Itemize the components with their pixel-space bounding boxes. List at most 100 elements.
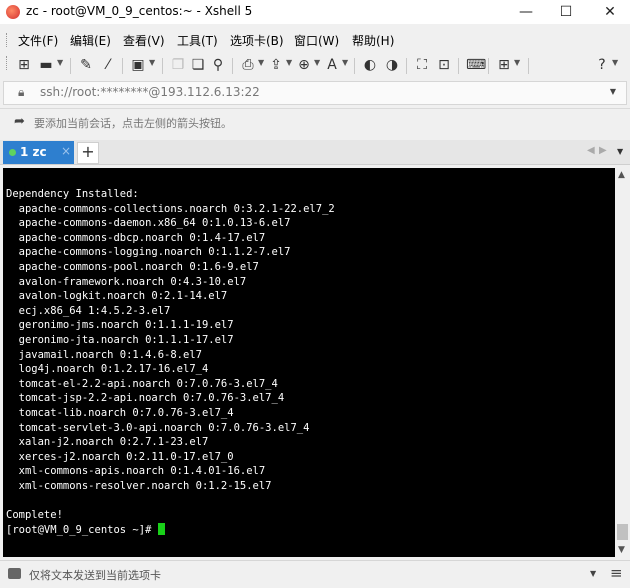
tab-zc[interactable]: 1 zc × xyxy=(3,141,74,164)
print-icon[interactable]: ⎙ xyxy=(240,57,256,73)
maximize-button[interactable]: ☐ xyxy=(548,0,584,24)
menu-tools[interactable]: 工具(T) xyxy=(177,32,218,49)
print-dropdown-icon[interactable]: ▼ xyxy=(258,58,264,67)
terminal-line: tomcat-jsp-2.2-api.noarch 0:7.0.76-3.el7… xyxy=(18,392,285,405)
window-title: zc - root@VM_0_9_centos:~ - Xshell 5 xyxy=(26,4,253,18)
properties-dropdown-icon[interactable]: ▼ xyxy=(149,58,155,67)
keyboard-icon[interactable]: ⌨ xyxy=(466,57,486,73)
minimize-button[interactable]: — xyxy=(508,0,544,24)
properties-icon[interactable]: ▣ xyxy=(130,57,146,73)
lock-icon[interactable]: ⊡ xyxy=(436,57,452,73)
terminal-line: xml-commons-apis.noarch 0:1.4.01-16.el7 xyxy=(18,465,266,478)
terminal[interactable]: Dependency Installed: apache-commons-col… xyxy=(3,168,615,557)
terminal-line: Complete! xyxy=(6,509,63,522)
terminal-line: tomcat-servlet-3.0-api.noarch 0:7.0.76-3… xyxy=(18,421,310,434)
tab-label[interactable]: 1 zc xyxy=(20,145,47,159)
xftp-icon[interactable]: ◐ xyxy=(362,57,378,73)
terminal-line: log4j.noarch 0:1.2.17-16.el7_4 xyxy=(18,363,209,376)
add-dropdown-icon[interactable]: ▼ xyxy=(514,58,520,67)
tab-bar: 1 zc × + ◀ ▶ ▼ xyxy=(0,140,630,165)
connection-status-icon xyxy=(9,149,16,156)
menu-file[interactable]: 文件(F) xyxy=(18,32,58,49)
arrow-icon[interactable]: ➦ xyxy=(14,114,25,129)
menu-tab[interactable]: 选项卡(B) xyxy=(230,32,284,49)
terminal-line: avalon-logkit.noarch 0:2.1-14.el7 xyxy=(18,290,228,303)
globe-dropdown-icon[interactable]: ▼ xyxy=(314,58,320,67)
toolbar-separator xyxy=(70,58,71,74)
shell-prompt: [root@VM_0_9_centos ~]# xyxy=(6,523,158,536)
help-dropdown-icon[interactable]: ▼ xyxy=(612,58,618,67)
toolbar-separator xyxy=(458,58,459,74)
paste-icon[interactable]: ❏ xyxy=(190,57,206,73)
scroll-up-icon[interactable]: ▲ xyxy=(618,170,625,180)
terminal-cursor xyxy=(157,522,165,535)
fullscreen-icon[interactable]: ⛶ xyxy=(414,57,430,73)
xshell-app-icon xyxy=(6,5,20,19)
terminal-scrollbar[interactable]: ▲ ▼ xyxy=(615,168,630,557)
session-hint-bar: ➦ 要添加当前会话，点击左侧的箭头按钮。 xyxy=(0,108,630,135)
terminal-lines: Dependency Installed: apache-commons-col… xyxy=(6,188,335,521)
copy-icon[interactable]: ❐ xyxy=(170,57,186,73)
transfer-icon[interactable]: ⇪ xyxy=(268,57,284,73)
toolbar-separator xyxy=(162,58,163,74)
scroll-thumb[interactable] xyxy=(617,524,628,540)
add-icon[interactable]: ⊞ xyxy=(496,57,512,73)
toolbar-grip xyxy=(6,56,9,70)
connect-icon[interactable]: ✎ xyxy=(78,57,94,73)
terminal-line: javamail.noarch 0:1.4.6-8.el7 xyxy=(18,348,202,361)
address-bar[interactable]: 🔒︎ ssh://root:********@193.112.6.13:22 ▼ xyxy=(3,81,627,105)
address-value[interactable]: ssh://root:********@193.112.6.13:22 xyxy=(40,85,260,99)
terminal-line: geronimo-jms.noarch 0:1.1.1-19.el7 xyxy=(18,319,234,332)
toolbar-separator xyxy=(122,58,123,74)
terminal-line: xalan-j2.noarch 0:2.7.1-23.el7 xyxy=(18,436,209,449)
menu-edit[interactable]: 编辑(E) xyxy=(70,32,111,49)
terminal-line: apache-commons-daemon.x86_64 0:1.0.13-6.… xyxy=(18,217,291,230)
send-text-label[interactable]: 仅将文本发送到当前选项卡 xyxy=(29,567,161,583)
help-icon[interactable]: ? xyxy=(594,57,610,73)
toolbar-separator xyxy=(354,58,355,74)
terminal-line: tomcat-lib.noarch 0:7.0.76-3.el7_4 xyxy=(18,406,234,419)
terminal-line: avalon-framework.noarch 0:4.3-10.el7 xyxy=(18,275,247,288)
close-button[interactable]: ✕ xyxy=(592,0,628,24)
font-dropdown-icon[interactable]: ▼ xyxy=(342,58,348,67)
title-bar: zc - root@VM_0_9_centos:~ - Xshell 5 — ☐… xyxy=(0,0,630,24)
new-session-icon[interactable]: ⊞ xyxy=(16,57,32,73)
terminal-line: xml-commons-resolver.noarch 0:1.2-15.el7 xyxy=(18,479,272,492)
terminal-line: Dependency Installed: xyxy=(6,188,139,200)
status-bar: 仅将文本发送到当前选项卡 ▼ ≡ xyxy=(0,560,630,588)
xmanager-icon[interactable]: ◑ xyxy=(384,57,400,73)
menu-view[interactable]: 查看(V) xyxy=(123,32,165,49)
padlock-icon: 🔒︎ xyxy=(18,85,25,99)
status-dropdown-icon[interactable]: ▼ xyxy=(590,569,596,578)
toolbar-separator xyxy=(406,58,407,74)
send-text-icon[interactable] xyxy=(8,568,21,579)
terminal-line: apache-commons-pool.noarch 0:1.6-9.el7 xyxy=(18,260,259,273)
find-icon[interactable]: ⚲ xyxy=(210,57,226,73)
tab-close-icon[interactable]: × xyxy=(61,144,71,158)
disconnect-icon[interactable]: ⁄ xyxy=(100,57,116,73)
terminal-line: apache-commons-logging.noarch 0:1.1.2-7.… xyxy=(18,246,291,259)
globe-icon[interactable]: ⊕ xyxy=(296,57,312,73)
scroll-down-icon[interactable]: ▼ xyxy=(618,545,625,555)
session-hint-text: 要添加当前会话，点击左侧的箭头按钮。 xyxy=(34,117,232,130)
tab-scroll-right-icon[interactable]: ▶ xyxy=(599,145,607,156)
terminal-output[interactable]: Dependency Installed: apache-commons-col… xyxy=(3,168,615,537)
tab-list-dropdown-icon[interactable]: ▼ xyxy=(617,147,623,156)
menu-icon[interactable]: ≡ xyxy=(610,564,623,582)
terminal-line: apache-commons-dbcp.noarch 0:1.4-17.el7 xyxy=(18,231,266,244)
terminal-line: apache-commons-collections.noarch 0:3.2.… xyxy=(18,202,335,215)
terminal-line: tomcat-el-2.2-api.noarch 0:7.0.76-3.el7_… xyxy=(18,377,278,390)
transfer-dropdown-icon[interactable]: ▼ xyxy=(286,58,292,67)
menu-help[interactable]: 帮助(H) xyxy=(352,32,394,49)
add-tab-button[interactable]: + xyxy=(77,142,99,164)
open-folder-dropdown-icon[interactable]: ▼ xyxy=(57,58,63,67)
tab-scroll-left-icon[interactable]: ◀ xyxy=(587,145,595,156)
menu-window[interactable]: 窗口(W) xyxy=(294,32,339,49)
toolbar-separator xyxy=(232,58,233,74)
address-dropdown-icon[interactable]: ▼ xyxy=(610,87,616,96)
font-icon[interactable]: A xyxy=(324,57,340,73)
open-folder-icon[interactable]: ▬ xyxy=(38,57,54,73)
menu-bar: 文件(F) 编辑(E) 查看(V) 工具(T) 选项卡(B) 窗口(W) 帮助(… xyxy=(0,29,630,51)
toolbar: ⊞ ▬ ▼ ✎ ⁄ ▣ ▼ ❐ ❏ ⚲ ⎙ ▼ ⇪ ▼ ⊕ ▼ A ▼ ◐ ◑ … xyxy=(0,52,630,78)
terminal-line: ecj.x86_64 1:4.5.2-3.el7 xyxy=(18,304,171,317)
